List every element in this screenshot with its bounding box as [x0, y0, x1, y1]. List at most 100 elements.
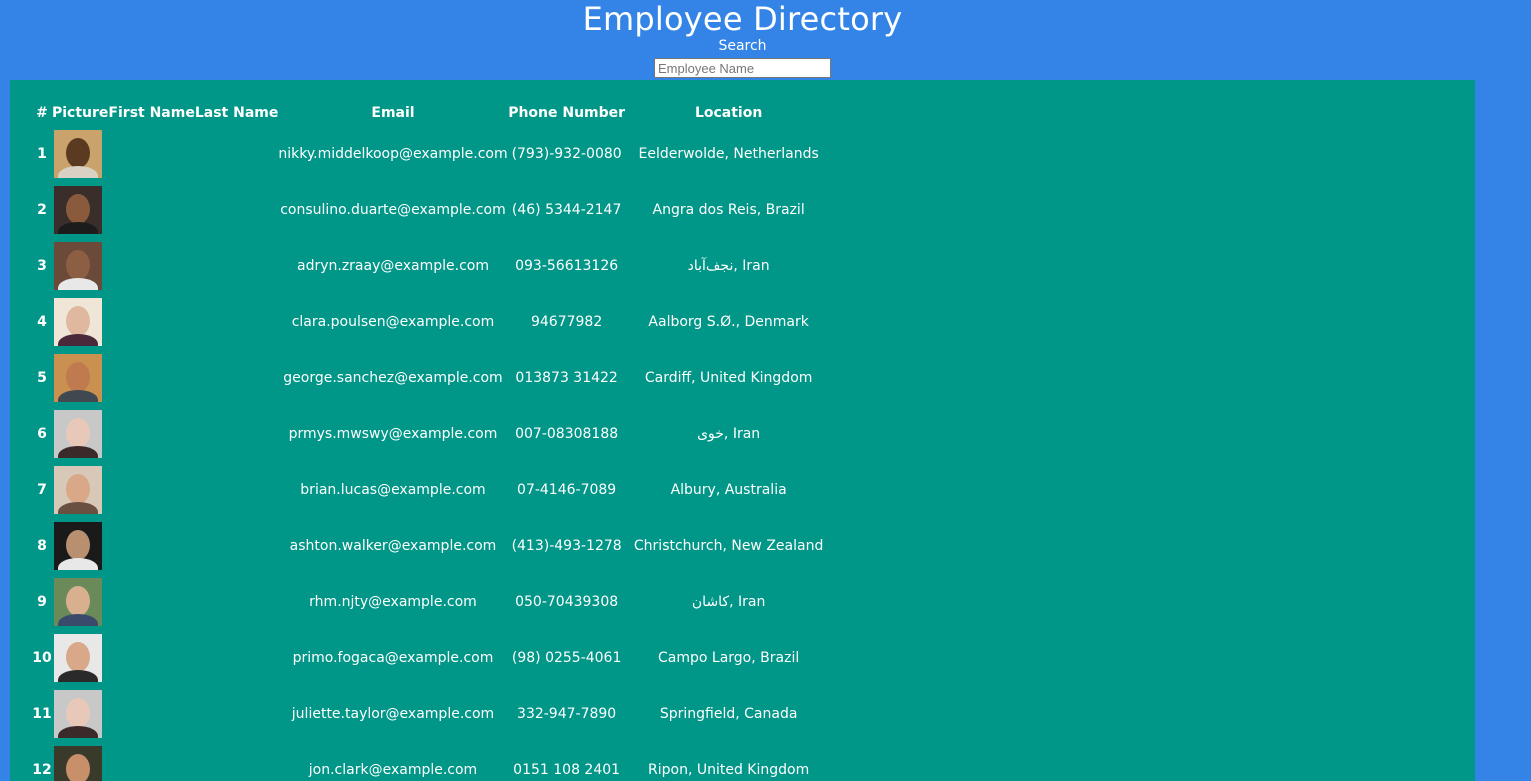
avatar — [54, 522, 102, 570]
search-label: Search — [718, 38, 767, 54]
location-cell: Springfield, Canada — [659, 706, 798, 722]
email-cell: nikky.middelkoop@example.com — [278, 146, 508, 162]
email-cell: ashton.walker@example.com — [289, 538, 497, 554]
phone-cell: (793)-932-0080 — [511, 146, 622, 162]
last-name-cell — [195, 518, 279, 574]
email-cell: primo.fogaca@example.com — [292, 650, 494, 666]
first-name-cell — [108, 406, 194, 462]
avatar — [54, 690, 102, 738]
email-cell: clara.poulsen@example.com — [291, 314, 495, 330]
phone-cell: 94677982 — [530, 314, 603, 330]
phone-cell: 007-08308188 — [515, 426, 619, 442]
column-header-phone[interactable]: Phone Number — [508, 100, 626, 126]
location-cell: نجف‌آباد, Iran — [687, 258, 770, 274]
avatar — [54, 466, 102, 514]
email-cell: juliette.taylor@example.com — [291, 706, 495, 722]
table-row: 9 rhm.njty@example.com 050-70439308 کاشا… — [32, 574, 832, 630]
column-header-picture[interactable]: Picture — [52, 100, 108, 126]
last-name-cell — [195, 686, 279, 742]
first-name-cell — [108, 518, 194, 574]
avatar — [54, 746, 102, 781]
last-name-cell — [195, 462, 279, 518]
phone-cell: 07-4146-7089 — [517, 482, 617, 498]
column-header-location[interactable]: Location — [626, 100, 832, 126]
row-number: 12 — [32, 762, 52, 778]
column-header-email[interactable]: Email — [278, 100, 507, 126]
table-row: 7 brian.lucas@example.com 07-4146-7089 A… — [32, 462, 832, 518]
email-cell: rhm.njty@example.com — [309, 594, 477, 610]
location-cell: خوی, Iran — [697, 426, 761, 442]
location-cell: Angra dos Reis, Brazil — [652, 202, 805, 218]
avatar — [54, 354, 102, 402]
first-name-cell — [108, 182, 194, 238]
row-number: 10 — [32, 650, 52, 666]
avatar — [54, 410, 102, 458]
column-header-number[interactable]: # — [32, 100, 52, 126]
phone-cell: 093-56613126 — [515, 258, 619, 274]
column-header-first-name[interactable]: First Name — [108, 100, 194, 126]
last-name-cell — [195, 406, 279, 462]
table-row: 11 juliette.taylor@example.com 332-947-7… — [32, 686, 832, 742]
first-name-cell — [108, 686, 194, 742]
last-name-cell — [195, 630, 279, 686]
phone-cell: (46) 5344-2147 — [511, 202, 622, 218]
column-header-last-name[interactable]: Last Name — [195, 100, 279, 126]
employee-table: # Picture First Name Last Name Email Pho… — [32, 100, 832, 781]
table-row: 6 prmys.mwswy@example.com 007-08308188 خ… — [32, 406, 832, 462]
phone-cell: 050-70439308 — [515, 594, 619, 610]
row-number: 11 — [32, 706, 52, 722]
table-body: 1 nikky.middelkoop@example.com (793)-932… — [32, 126, 832, 781]
page-header: Employee Directory Search — [0, 0, 1485, 78]
first-name-cell — [108, 350, 194, 406]
first-name-cell — [108, 630, 194, 686]
row-number: 2 — [37, 202, 47, 218]
email-cell: george.sanchez@example.com — [283, 370, 503, 386]
last-name-cell — [195, 350, 279, 406]
phone-cell: (98) 0255-4061 — [511, 650, 622, 666]
avatar — [54, 242, 102, 290]
table-row: 10 primo.fogaca@example.com (98) 0255-40… — [32, 630, 832, 686]
location-cell: Cardiff, United Kingdom — [644, 370, 813, 386]
row-number: 7 — [37, 482, 47, 498]
avatar — [54, 130, 102, 178]
table-row: 1 nikky.middelkoop@example.com (793)-932… — [32, 126, 832, 182]
last-name-cell — [195, 126, 279, 182]
table-row: 3 adryn.zraay@example.com 093-56613126 ن… — [32, 238, 832, 294]
location-cell: کاشان, Iran — [691, 594, 766, 610]
avatar — [54, 634, 102, 682]
first-name-cell — [108, 238, 194, 294]
search-input[interactable] — [654, 58, 831, 78]
row-number: 9 — [37, 594, 47, 610]
first-name-cell — [108, 126, 194, 182]
table-row: 8 ashton.walker@example.com (413)-493-12… — [32, 518, 832, 574]
location-cell: Christchurch, New Zealand — [633, 538, 824, 554]
location-cell: Aalborg S.Ø., Denmark — [648, 314, 809, 330]
phone-cell: (413)-493-1278 — [511, 538, 622, 554]
email-cell: brian.lucas@example.com — [300, 482, 486, 498]
page-title: Employee Directory — [582, 0, 903, 38]
row-number: 5 — [37, 370, 47, 386]
phone-cell: 013873 31422 — [515, 370, 618, 386]
table-row: 5 george.sanchez@example.com 013873 3142… — [32, 350, 832, 406]
location-cell: Campo Largo, Brazil — [658, 650, 800, 666]
email-cell: consulino.duarte@example.com — [280, 202, 506, 218]
last-name-cell — [195, 574, 279, 630]
row-number: 3 — [37, 258, 47, 274]
row-number: 1 — [37, 146, 47, 162]
row-number: 8 — [37, 538, 47, 554]
table-header-row: # Picture First Name Last Name Email Pho… — [32, 100, 832, 126]
phone-cell: 332-947-7890 — [517, 706, 617, 722]
email-cell: prmys.mwswy@example.com — [288, 426, 498, 442]
last-name-cell — [195, 182, 279, 238]
table-row: 4 clara.poulsen@example.com 94677982 Aal… — [32, 294, 832, 350]
table-row: 12 jon.clark@example.com 0151 108 2401 R… — [32, 742, 832, 781]
last-name-cell — [195, 238, 279, 294]
phone-cell: 0151 108 2401 — [513, 762, 621, 778]
directory-panel: # Picture First Name Last Name Email Pho… — [10, 80, 1475, 781]
avatar — [54, 578, 102, 626]
first-name-cell — [108, 574, 194, 630]
location-cell: Albury, Australia — [670, 482, 787, 498]
last-name-cell — [195, 742, 279, 781]
location-cell: Ripon, United Kingdom — [648, 762, 810, 778]
row-number: 4 — [37, 314, 47, 330]
